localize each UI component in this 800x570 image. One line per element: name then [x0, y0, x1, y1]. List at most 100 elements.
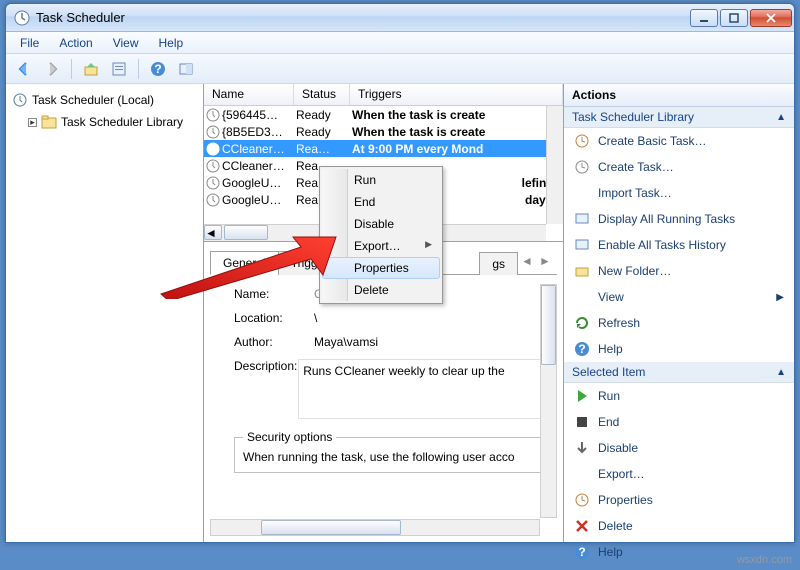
- stop-icon: [574, 414, 590, 430]
- action-view[interactable]: View▶: [564, 284, 794, 310]
- toolbar: ?: [6, 54, 794, 84]
- maximize-button[interactable]: [720, 9, 748, 27]
- task-scheduler-icon: [14, 10, 30, 26]
- context-menu: Run End Disable Export…▶ Properties Dele…: [319, 166, 443, 304]
- watermark: wsxdn.com: [737, 554, 792, 566]
- tree-root[interactable]: Task Scheduler (Local): [10, 90, 199, 110]
- ctx-delete[interactable]: Delete: [322, 279, 440, 301]
- tree-library-label: Task Scheduler Library: [61, 115, 183, 129]
- author-value: Maya\vamsi: [314, 335, 549, 349]
- svg-text:?: ?: [578, 342, 585, 356]
- forward-button[interactable]: [40, 57, 64, 81]
- minimize-button[interactable]: [690, 9, 718, 27]
- properties-button[interactable]: [107, 57, 131, 81]
- action-properties[interactable]: Properties: [564, 487, 794, 513]
- center-pane: Name Status Triggers {596445… Ready When…: [204, 84, 564, 542]
- description-label: Description:: [234, 359, 298, 419]
- tab-nav-left[interactable]: ◄: [519, 254, 535, 270]
- author-label: Author:: [234, 335, 314, 349]
- chevron-right-icon: ▶: [425, 239, 432, 250]
- svg-text:?: ?: [154, 62, 161, 76]
- app-window: Task Scheduler File Action View Help ? T…: [5, 3, 795, 543]
- ctx-run[interactable]: Run: [322, 169, 440, 191]
- clock-icon: [206, 142, 220, 156]
- tree-pane[interactable]: Task Scheduler (Local) ▸ Task Scheduler …: [6, 84, 204, 542]
- tab-nav-right[interactable]: ►: [537, 254, 553, 270]
- column-name[interactable]: Name: [204, 84, 294, 105]
- up-button[interactable]: [79, 57, 103, 81]
- clock-icon: [206, 125, 220, 139]
- description-box[interactable]: Runs CCleaner weekly to clear up the: [298, 359, 549, 419]
- ctx-end[interactable]: End: [322, 191, 440, 213]
- column-status[interactable]: Status: [294, 84, 350, 105]
- security-legend: Security options: [243, 430, 336, 444]
- tab-general[interactable]: General: [210, 251, 279, 275]
- close-button[interactable]: [750, 9, 792, 27]
- history-icon: [574, 237, 590, 253]
- table-row[interactable]: {8B5ED3… Ready When the task is create: [204, 123, 563, 140]
- security-group: Security options When running the task, …: [234, 437, 554, 473]
- help-button[interactable]: ?: [146, 57, 170, 81]
- clock-icon: [206, 159, 220, 173]
- chevron-right-icon: ▶: [776, 292, 784, 303]
- delete-icon: [574, 518, 590, 534]
- menu-view[interactable]: View: [103, 34, 149, 52]
- action-import[interactable]: Import Task…: [564, 180, 794, 206]
- window-title: Task Scheduler: [36, 10, 690, 25]
- action-create-task[interactable]: Create Task…: [564, 154, 794, 180]
- action-enable-history[interactable]: Enable All Tasks History: [564, 232, 794, 258]
- tree-library[interactable]: ▸ Task Scheduler Library: [10, 112, 199, 132]
- table-row[interactable]: {596445… Ready When the task is create: [204, 106, 563, 123]
- tab-trailing[interactable]: gs: [479, 252, 518, 275]
- ctx-export[interactable]: Export…▶: [322, 235, 440, 257]
- ctx-disable[interactable]: Disable: [322, 213, 440, 235]
- action-refresh[interactable]: Refresh: [564, 310, 794, 336]
- tree-root-label: Task Scheduler (Local): [32, 93, 154, 107]
- expand-icon[interactable]: ▸: [28, 118, 37, 127]
- content-area: Task Scheduler (Local) ▸ Task Scheduler …: [6, 84, 794, 542]
- create-basic-icon: [574, 133, 590, 149]
- collapse-icon[interactable]: ▲: [776, 367, 786, 378]
- disable-icon: [574, 440, 590, 456]
- action-display-running[interactable]: Display All Running Tasks: [564, 206, 794, 232]
- action-run[interactable]: Run: [564, 383, 794, 409]
- menu-help[interactable]: Help: [149, 34, 194, 52]
- scroll-thumb[interactable]: [224, 225, 268, 240]
- titlebar[interactable]: Task Scheduler: [6, 4, 794, 32]
- menubar: File Action View Help: [6, 32, 794, 54]
- ctx-properties[interactable]: Properties: [322, 257, 440, 279]
- refresh-icon: [574, 315, 590, 331]
- column-triggers[interactable]: Triggers: [350, 84, 563, 105]
- detail-hscroll[interactable]: [210, 519, 540, 536]
- list-header: Name Status Triggers: [204, 84, 563, 106]
- menu-file[interactable]: File: [10, 34, 49, 52]
- display-icon: [574, 211, 590, 227]
- security-text: When running the task, use the following…: [243, 450, 545, 464]
- action-end[interactable]: End: [564, 409, 794, 435]
- svg-text:?: ?: [578, 545, 585, 559]
- collapse-icon[interactable]: ▲: [776, 112, 786, 123]
- vertical-scrollbar[interactable]: [546, 106, 563, 224]
- action-create-basic[interactable]: Create Basic Task…: [564, 128, 794, 154]
- scroll-left-button[interactable]: ◄: [204, 225, 222, 240]
- actions-group-selected[interactable]: Selected Item▲: [564, 362, 794, 383]
- name-label: Name:: [234, 287, 314, 301]
- table-row-selected[interactable]: CCleaner… Rea… At 9:00 PM every Mond: [204, 140, 563, 157]
- location-value: \: [314, 311, 549, 325]
- back-button[interactable]: [12, 57, 36, 81]
- action-delete[interactable]: Delete: [564, 513, 794, 539]
- action-help[interactable]: ?Help: [564, 336, 794, 362]
- menu-action[interactable]: Action: [49, 34, 102, 52]
- clock-icon: [206, 108, 220, 122]
- help-icon: ?: [574, 341, 590, 357]
- action-disable[interactable]: Disable: [564, 435, 794, 461]
- detail-vscroll[interactable]: [540, 284, 557, 518]
- action-new-folder[interactable]: New Folder…: [564, 258, 794, 284]
- show-pane-button[interactable]: [174, 57, 198, 81]
- location-label: Location:: [234, 311, 314, 325]
- run-icon: [574, 388, 590, 404]
- actions-pane: Actions Task Scheduler Library▲ Create B…: [564, 84, 794, 542]
- folder-icon: [41, 114, 57, 130]
- action-export[interactable]: Export…: [564, 461, 794, 487]
- actions-group-library[interactable]: Task Scheduler Library▲: [564, 107, 794, 128]
